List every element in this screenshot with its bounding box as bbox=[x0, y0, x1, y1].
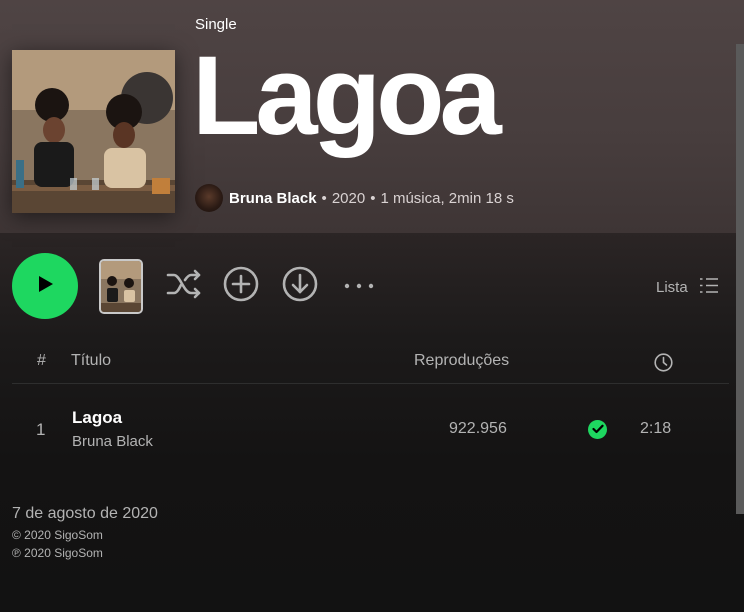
album-type: Single bbox=[195, 16, 237, 33]
album-year: 2020 bbox=[331, 189, 366, 207]
track-duration: 2:18 bbox=[640, 420, 672, 437]
scrollbar[interactable] bbox=[736, 44, 744, 514]
copyright-text: © 2020 SigoSom bbox=[12, 528, 103, 542]
clock-icon bbox=[654, 353, 673, 376]
view-mode-label: Lista bbox=[656, 279, 688, 296]
album-cover bbox=[12, 50, 175, 213]
album-thumbnail[interactable] bbox=[99, 259, 143, 314]
album-count-duration: 1 música, 2min 18 s bbox=[380, 189, 514, 207]
column-duration bbox=[654, 353, 673, 377]
add-to-library-button[interactable] bbox=[223, 266, 259, 307]
track-title[interactable]: Lagoa bbox=[72, 408, 122, 428]
artist-link[interactable]: Bruna Black bbox=[229, 190, 317, 207]
release-date: 7 de agosto de 2020 bbox=[12, 505, 158, 522]
download-icon bbox=[282, 266, 318, 307]
phonogram-text: ℗ 2020 SigoSom bbox=[12, 546, 103, 560]
column-plays: Reproduções bbox=[414, 352, 510, 369]
shuffle-icon bbox=[166, 268, 202, 305]
view-mode-toggle[interactable]: Lista bbox=[656, 277, 718, 298]
separator: • bbox=[321, 189, 327, 207]
more-icon bbox=[341, 277, 377, 295]
album-title: Lagoa bbox=[192, 33, 502, 158]
album-meta: Bruna Black • 2020 • 1 música, 2min 18 s bbox=[195, 184, 514, 212]
track-plays: 922.956 bbox=[449, 420, 507, 437]
more-options-button[interactable] bbox=[341, 268, 377, 304]
check-icon bbox=[591, 421, 604, 439]
saved-check-button[interactable] bbox=[588, 420, 607, 439]
column-title: Título bbox=[71, 352, 112, 369]
shuffle-button[interactable] bbox=[166, 268, 202, 304]
separator: • bbox=[370, 189, 376, 207]
download-button[interactable] bbox=[282, 266, 318, 307]
play-button[interactable] bbox=[12, 253, 78, 319]
track-artist[interactable]: Bruna Black bbox=[72, 433, 153, 450]
list-icon bbox=[688, 277, 718, 298]
add-circle-icon bbox=[223, 266, 259, 307]
avatar[interactable] bbox=[195, 184, 223, 212]
table-divider bbox=[12, 383, 729, 384]
track-number: 1 bbox=[36, 420, 46, 439]
play-icon bbox=[34, 273, 56, 300]
column-number: # bbox=[37, 352, 46, 369]
